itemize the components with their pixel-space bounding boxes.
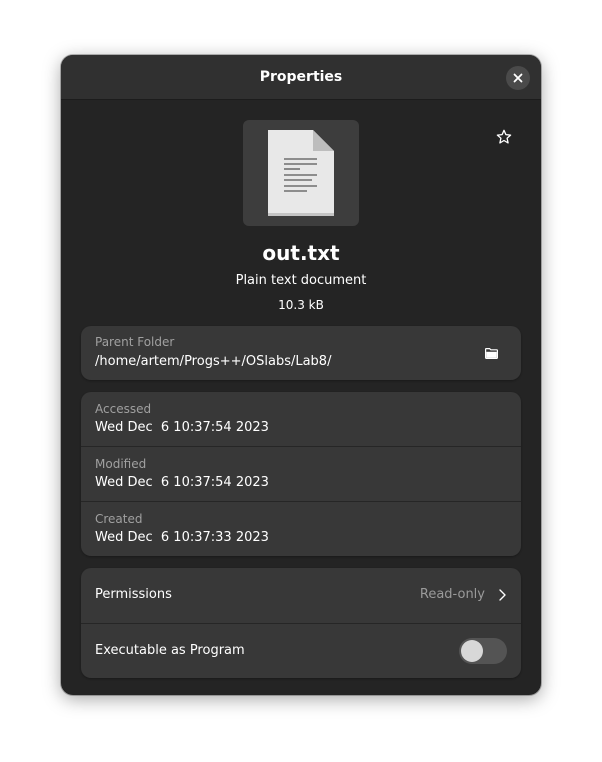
permissions-label: Permissions [95,587,172,602]
file-icon-preview [243,120,359,226]
header-bar: Properties [61,55,541,100]
close-button[interactable] [506,66,530,90]
chevron-right-icon [499,589,506,601]
modified-row: Modified Wed Dec 6 10:37:54 2023 [81,446,521,501]
accessed-label: Accessed [95,402,152,416]
permissions-value: Read-only [419,587,485,602]
parent-folder-card: Parent Folder /home/artem/Progs++/OSlabs… [81,326,521,380]
modified-value[interactable]: Wed Dec 6 10:37:54 2023 [95,474,269,492]
star-icon [496,129,512,144]
timestamps-card: Accessed Wed Dec 6 10:37:54 2023 Modifie… [81,392,521,556]
accessed-row: Accessed Wed Dec 6 10:37:54 2023 [81,392,521,446]
permissions-row[interactable]: Permissions Read-only [81,568,521,623]
executable-toggle[interactable] [459,638,507,664]
file-name: out.txt [262,241,340,265]
modified-label: Modified [95,457,147,471]
executable-row: Executable as Program [81,623,521,678]
folder-icon [484,347,498,359]
toggle-knob [461,640,483,662]
executable-label: Executable as Program [95,643,245,658]
window-title: Properties [259,69,343,85]
permissions-card: Permissions Read-only Executable as Prog… [81,568,521,678]
parent-folder-path[interactable]: /home/artem/Progs++/OSlabs/Lab8/ [95,353,331,371]
created-label: Created [95,512,143,526]
parent-folder-row: Parent Folder /home/artem/Progs++/OSlabs… [81,326,521,380]
close-icon [513,73,523,83]
created-value[interactable]: Wed Dec 6 10:37:33 2023 [95,529,269,547]
properties-dialog: Properties out.txt Plain text document 1… [61,55,541,695]
file-size: 10.3 kB [278,298,324,312]
accessed-value[interactable]: Wed Dec 6 10:37:54 2023 [95,419,269,437]
star-button[interactable] [493,126,515,148]
created-row: Created Wed Dec 6 10:37:33 2023 [81,501,521,556]
text-document-icon [268,130,334,216]
parent-folder-label: Parent Folder [95,335,175,349]
file-type: Plain text document [235,273,367,288]
open-parent-folder-button[interactable] [483,345,499,361]
